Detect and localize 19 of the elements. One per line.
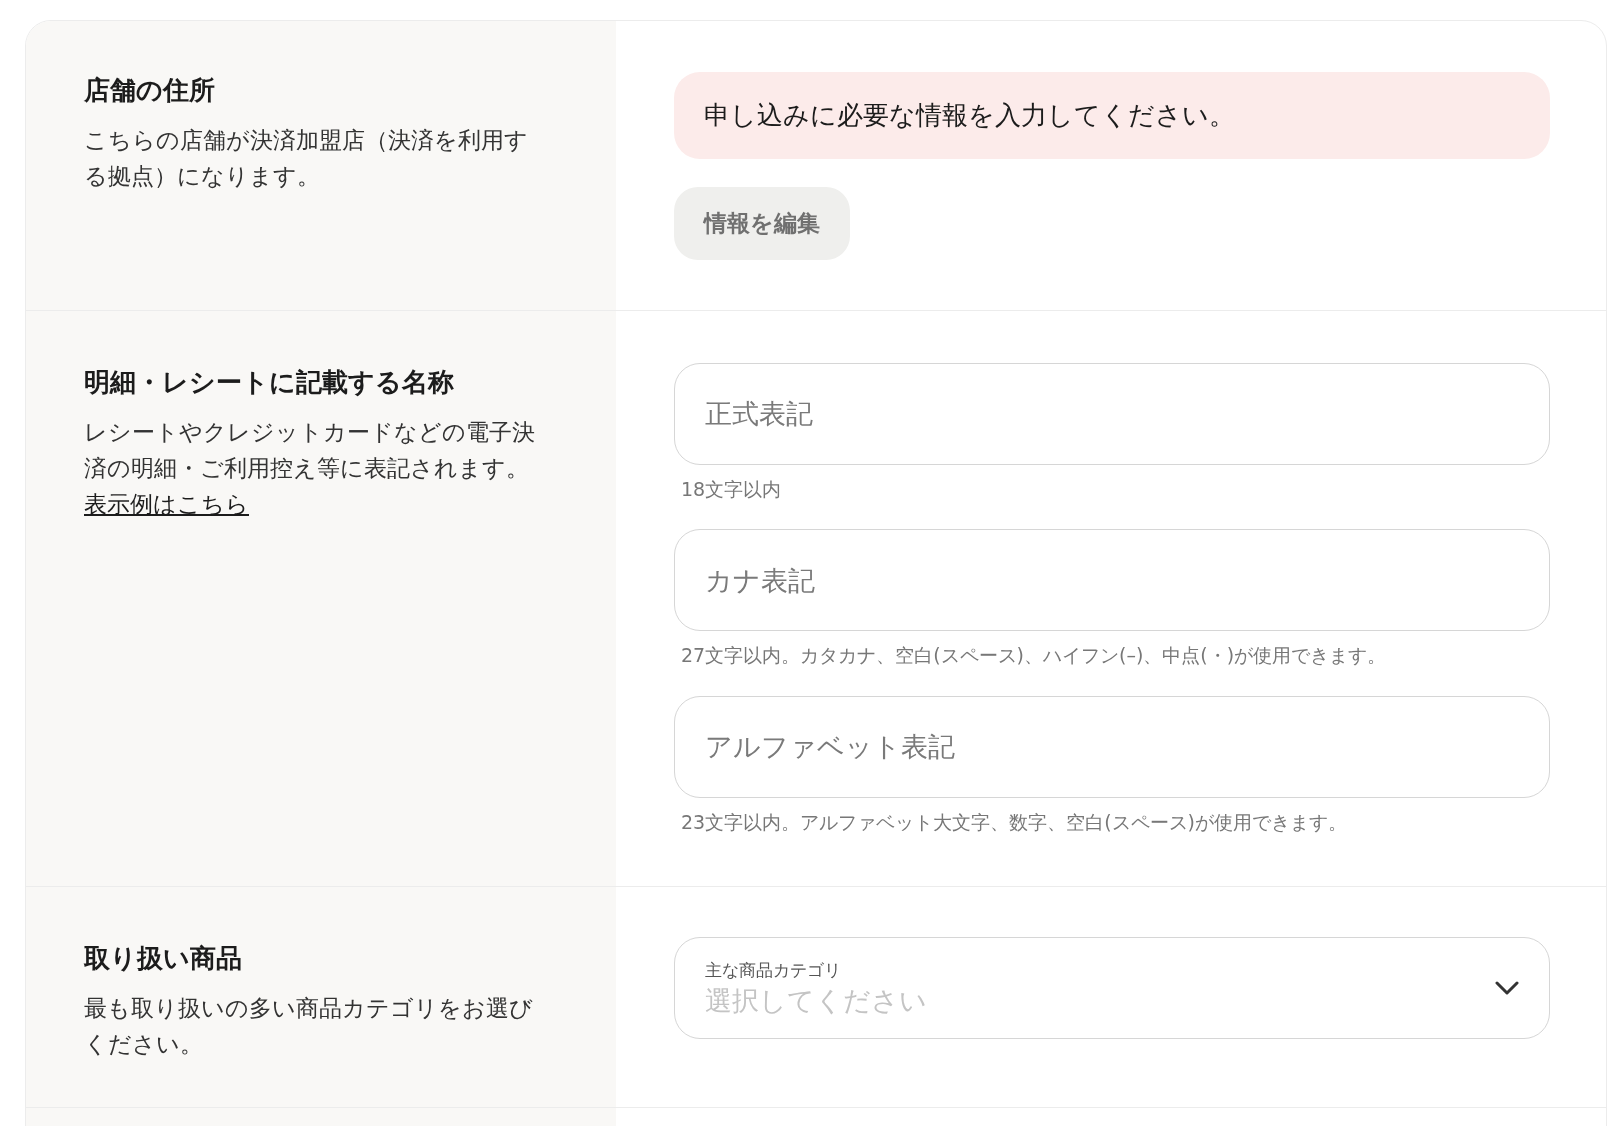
text-input-field[interactable]: 正式表記: [674, 362, 1550, 465]
select-label: 主な商品カテゴリ: [705, 959, 842, 983]
select-placeholder: 選択してください: [705, 983, 927, 1018]
text-input-field[interactable]: カナ表記: [674, 529, 1550, 631]
category-select[interactable]: 主な商品カテゴリ 選択してください: [674, 937, 1550, 1039]
example-link[interactable]: 表示例はこちら: [84, 490, 249, 517]
field-hint: 18文字以内: [680, 476, 783, 502]
alert-message: 申し込みに必要な情報を入力してください。: [674, 72, 1550, 159]
field-hint: 27文字以内。カタカナ、空白(スペース)、ハイフン(–)、中点(・)が使用できます。: [680, 643, 1388, 668]
chevron-down-icon: [1495, 981, 1519, 995]
section-title: 店舗の住所: [84, 74, 216, 107]
section-description: レシートやクレジットカードなどの電子決済の明細・ご利用控え等に表記されます。 表示例はこちら: [84, 417, 536, 519]
section-title: 明細・レシートに記載する名称: [84, 365, 455, 399]
field-hint: 23文字以内。アルファベット大文字、数字、空白(スペース)が使用できます。: [680, 809, 1348, 835]
edit-info-button[interactable]: 情報を編集: [674, 187, 850, 260]
section-title: 取り扱い商品: [84, 942, 243, 975]
section-description: こちらの店舗が決済加盟店（決済を利用する拠点）になります。: [84, 126, 529, 191]
section-description: 最も取り扱いの多い商品カテゴリをお選びください。: [84, 994, 534, 1059]
text-input-field[interactable]: アルファベット表記: [674, 695, 1550, 798]
